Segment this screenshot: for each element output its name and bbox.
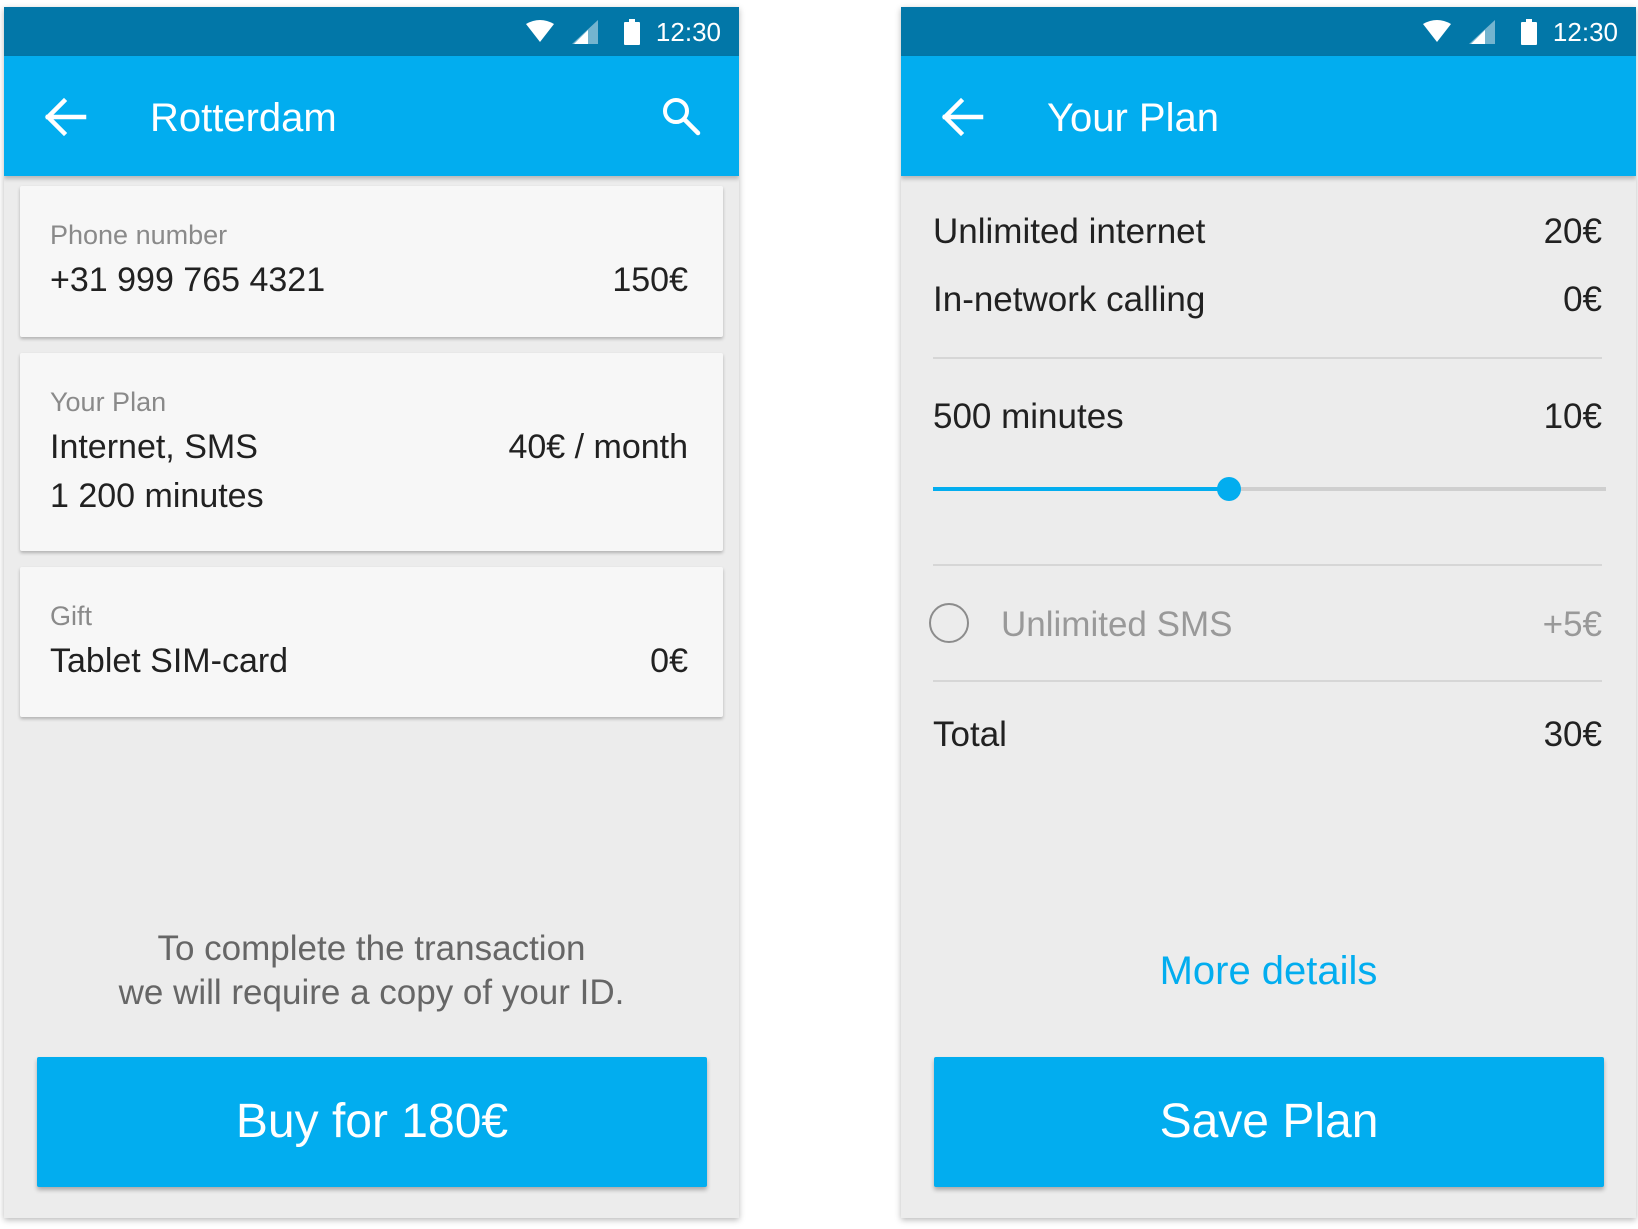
- purchase-screen: 12:30 Rotterdam Phone number +31 999 765…: [4, 7, 739, 1218]
- calling-price: 0€: [1563, 280, 1602, 319]
- battery-icon: [1520, 19, 1537, 45]
- info-line-1: To complete the transaction: [157, 929, 586, 968]
- phone-number-value: +31 999 765 4321: [50, 261, 326, 299]
- signal-icon: [571, 20, 598, 44]
- unlimited-sms-radio[interactable]: [929, 603, 969, 643]
- wifi-icon: [525, 20, 554, 42]
- battery-icon: [623, 19, 640, 45]
- status-time: 12:30: [1552, 17, 1618, 47]
- gift-card[interactable]: Gift Tablet SIM-card 0€: [20, 567, 723, 717]
- page-title: Your Plan: [1047, 96, 1219, 140]
- internet-label: Unlimited internet: [933, 212, 1206, 251]
- minutes-slider[interactable]: [933, 474, 1606, 504]
- phone-number-price: 150€: [612, 261, 688, 299]
- plan-label: Your Plan: [50, 387, 167, 417]
- gift-label: Gift: [50, 601, 93, 631]
- unlimited-sms-label[interactable]: Unlimited SMS: [1001, 605, 1232, 645]
- slider-thumb[interactable]: [1217, 477, 1242, 501]
- total-price: 30€: [1543, 715, 1602, 754]
- plan-card[interactable]: Your Plan Internet, SMS 1 200 minutes 40…: [20, 353, 723, 551]
- signal-icon: [1468, 20, 1495, 44]
- calling-label: In-network calling: [933, 280, 1206, 319]
- phone-number-card[interactable]: Phone number +31 999 765 4321 150€: [20, 186, 723, 337]
- plan-price: 40€ / month: [508, 428, 688, 466]
- plan-line-2: 1 200 minutes: [50, 477, 264, 515]
- slider-fill: [933, 487, 1230, 491]
- gift-value: Tablet SIM-card: [50, 642, 289, 680]
- status-bar: 12:30: [901, 7, 1636, 56]
- divider: [933, 680, 1602, 682]
- divider: [933, 564, 1602, 566]
- internet-price: 20€: [1543, 212, 1602, 251]
- search-icon[interactable]: [661, 96, 701, 136]
- back-arrow-icon[interactable]: [42, 94, 88, 140]
- unlimited-sms-price: +5€: [1542, 605, 1602, 644]
- save-plan-button[interactable]: Save Plan: [934, 1057, 1604, 1187]
- more-details-link[interactable]: More details: [901, 949, 1636, 994]
- app-bar: Your Plan: [901, 56, 1636, 176]
- minutes-label: 500 minutes: [933, 397, 1124, 436]
- info-line-2: we will require a copy of your ID.: [118, 973, 625, 1012]
- plan-line-1: Internet, SMS: [50, 428, 258, 466]
- id-requirement-note: To complete the transaction we will requ…: [4, 927, 739, 1015]
- wifi-icon: [1422, 20, 1451, 42]
- phone-number-label: Phone number: [50, 220, 228, 250]
- gift-price: 0€: [650, 642, 688, 680]
- minutes-price: 10€: [1543, 397, 1602, 436]
- total-label: Total: [933, 715, 1007, 754]
- status-bar: 12:30: [4, 7, 739, 56]
- app-bar: Rotterdam: [4, 56, 739, 176]
- divider: [933, 357, 1602, 359]
- page-title: Rotterdam: [150, 96, 337, 140]
- plan-screen: 12:30 Your Plan Unlimited internet 20€ I…: [901, 7, 1636, 1218]
- back-arrow-icon[interactable]: [939, 94, 985, 140]
- status-time: 12:30: [655, 17, 721, 47]
- buy-button[interactable]: Buy for 180€: [37, 1057, 707, 1187]
